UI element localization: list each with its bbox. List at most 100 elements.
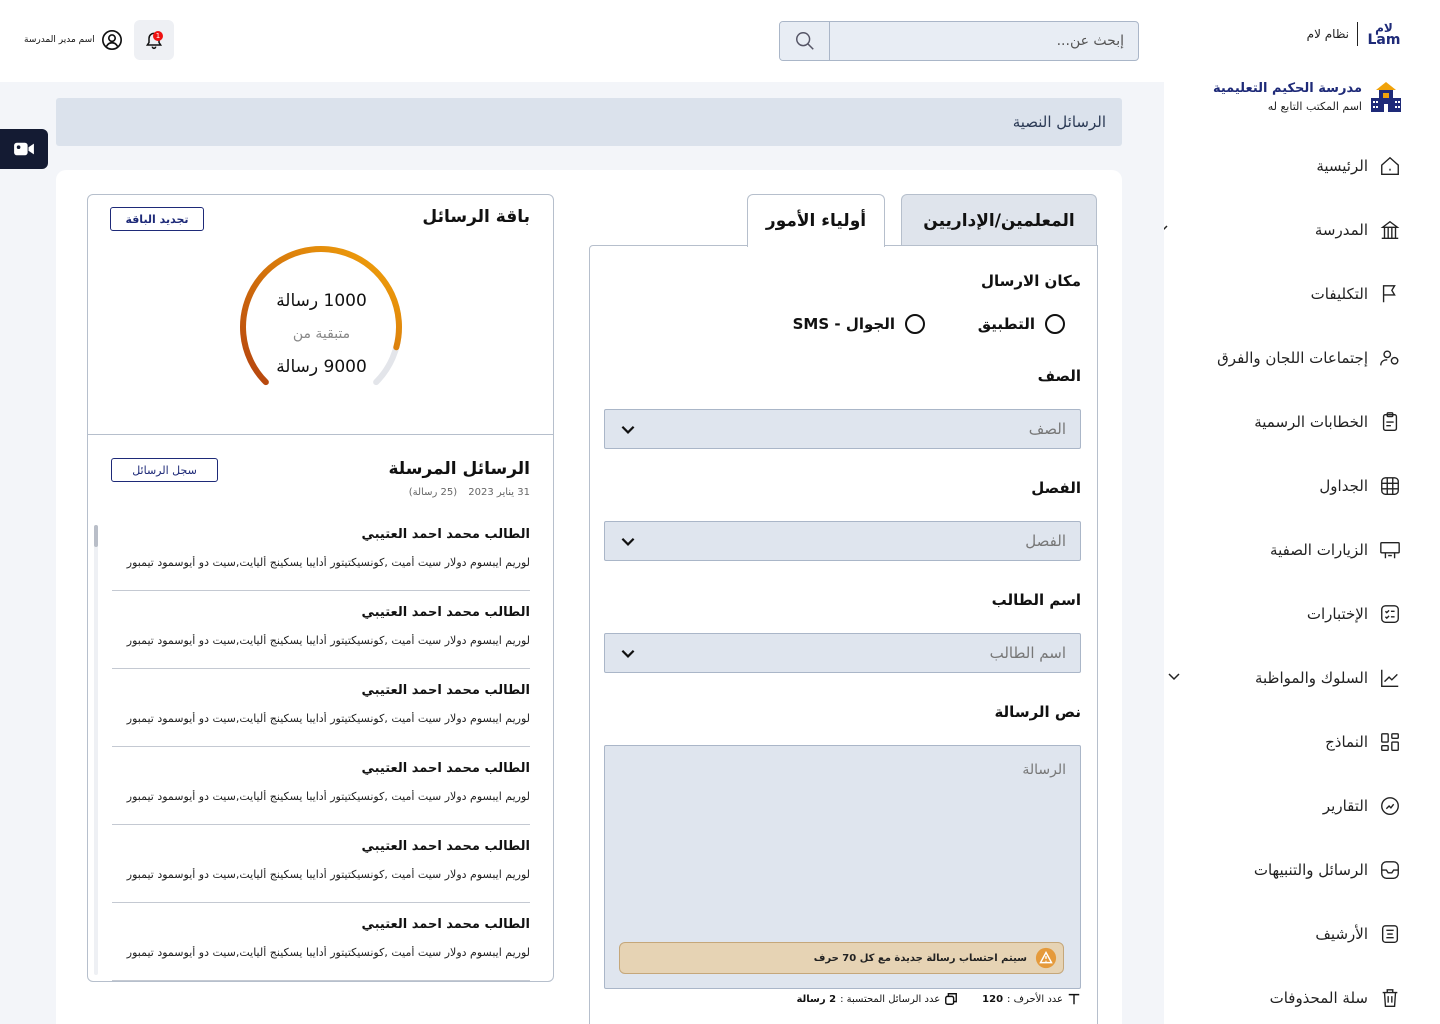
- trash-icon: [1378, 986, 1402, 1010]
- class-select[interactable]: الفصل: [604, 521, 1081, 561]
- sidebar-item-forms[interactable]: النماذج: [1182, 710, 1402, 774]
- sidebar-item-label: السلوك والمواظبة: [1254, 669, 1368, 687]
- sidebar-item-label: النماذج: [1325, 733, 1368, 751]
- message-counters: عدد الأحرف : 120 عدد الرسائل المحتسبة : …: [796, 992, 1081, 1006]
- sidebar-item-trash[interactable]: سلة المحذوفات: [1182, 966, 1402, 1024]
- video-call-button[interactable]: [0, 129, 48, 169]
- package-gauge: [240, 245, 402, 386]
- layout-icon: [1378, 730, 1402, 754]
- sent-count: (25 رسالة): [408, 487, 458, 498]
- list-item[interactable]: الطالب محمد احمد العتيبي لوريم ايبسوم دو…: [112, 903, 530, 981]
- chevron-down-icon[interactable]: [1166, 668, 1182, 684]
- user-menu[interactable]: اسم مدير المدرسة: [24, 29, 123, 51]
- sidebar-item-visits[interactable]: الزيارات الصفية: [1182, 518, 1402, 582]
- sent-messages-meta: 31 يناير 2023 (25 رسالة): [409, 487, 530, 498]
- divider: [88, 434, 553, 435]
- sidebar-item-label: الرئيسية: [1316, 157, 1368, 175]
- sent-date: 31 يناير 2023: [468, 487, 530, 498]
- chart-icon: [1378, 666, 1402, 690]
- radio-sms[interactable]: الجوال - SMS: [793, 314, 925, 334]
- search-button[interactable]: [780, 22, 830, 60]
- sidebar-item-label: الأرشيف: [1315, 925, 1368, 943]
- list-item[interactable]: الطالب محمد احمد العتيبي لوريم ايبسوم دو…: [112, 669, 530, 747]
- sidebar-item-label: الإختبارات: [1306, 605, 1368, 623]
- user-avatar-icon: [101, 30, 122, 50]
- list-item[interactable]: الطالب محمد احمد العتيبي لوريم ايبسوم دو…: [112, 513, 530, 591]
- scrollbar-thumb[interactable]: [94, 525, 98, 547]
- sidebar-item-schedules[interactable]: الجداول: [1182, 454, 1402, 518]
- sidebar-item-label: التكليفات: [1310, 285, 1368, 303]
- search-box: [779, 21, 1139, 61]
- sidebar-item-label: التقارير: [1322, 797, 1368, 815]
- sidebar-item-assignments[interactable]: التكليفات: [1182, 262, 1402, 326]
- scrollbar-track[interactable]: [94, 525, 98, 975]
- sidebar-item-letters[interactable]: الخطابات الرسمية: [1182, 390, 1402, 454]
- remaining-caption: متبقية من: [292, 326, 351, 342]
- home-icon: [1378, 154, 1402, 178]
- tab-parents[interactable]: أولياء الأمور: [747, 194, 885, 247]
- radio-circle: [1045, 314, 1065, 334]
- message-textarea[interactable]: الرسالة سيتم احتساب رسالة جديدة مع كل 70…: [604, 745, 1081, 989]
- messages-log-button[interactable]: سجل الرسائل: [111, 458, 218, 482]
- search-input[interactable]: [830, 22, 1138, 60]
- sidebar-item-label: إجتماعات اللجان والفرق: [1217, 349, 1368, 367]
- char-count-label: عدد الأحرف :: [1007, 993, 1063, 1005]
- chevron-down-icon: [621, 649, 635, 658]
- notifications-button[interactable]: 1: [134, 20, 174, 60]
- flag-icon: [1378, 282, 1402, 306]
- student-select[interactable]: اسم الطالب: [604, 633, 1081, 673]
- send-place-label: مكان الارسال: [980, 272, 1081, 290]
- class-placeholder: الفصل: [1025, 532, 1066, 550]
- sidebar-item-meetings[interactable]: إجتماعات اللجان والفرق: [1182, 326, 1402, 390]
- sidebar-nav: الرئيسية المدرسة التكليفات إجتماعات اللج…: [1156, 134, 1402, 1024]
- sidebar-item-reports[interactable]: التقارير: [1182, 774, 1402, 838]
- sidebar-item-label: سلة المحذوفات: [1269, 989, 1368, 1007]
- message-preview: لوريم ايبسوم دولار سيت أميت ,كونسيكتيتور…: [126, 712, 530, 725]
- sidebar-item-label: الجداول: [1319, 477, 1368, 495]
- brand[interactable]: ﻟﺎﻡ Lam نظام لام: [1306, 22, 1402, 47]
- messages-icon: [945, 993, 958, 1005]
- grade-select[interactable]: الصف: [604, 409, 1081, 449]
- message-preview: لوريم ايبسوم دولار سيت أميت ,كونسيكتيتور…: [126, 790, 530, 803]
- list-item[interactable]: الطالب محمد احمد العتيبي لوريم ايبسوم دو…: [112, 591, 530, 669]
- warning-icon: [1035, 947, 1057, 969]
- sidebar-item-behavior[interactable]: السلوك والمواظبة: [1168, 646, 1402, 710]
- sidebar-item-school[interactable]: المدرسة: [1156, 198, 1402, 262]
- radio-app[interactable]: التطبيق: [978, 314, 1065, 334]
- sidebar-item-label: الرسائل والتنبيهات: [1253, 861, 1368, 879]
- list-item[interactable]: الطالب محمد احمد العتيبي لوريم ايبسوم دو…: [112, 825, 530, 903]
- renew-package-button[interactable]: تجديد الباقة: [110, 207, 204, 231]
- message-preview: لوريم ايبسوم دولار سيت أميت ,كونسيكتيتور…: [126, 556, 530, 569]
- brand-name: نظام لام: [1306, 27, 1349, 41]
- message-recipient: الطالب محمد احمد العتيبي: [361, 605, 530, 620]
- list-item[interactable]: الطالب محمد احمد العتيبي لوريم ايبسوم دو…: [112, 747, 530, 825]
- topbar: 1 اسم مدير المدرسة: [0, 0, 1164, 82]
- brand-divider: [1357, 22, 1358, 46]
- student-placeholder: اسم الطالب: [989, 644, 1066, 662]
- text-size-icon: [1068, 993, 1080, 1005]
- package-panel: باقة الرسائل تجديد الباقة 1000 رسالة متب…: [87, 194, 554, 982]
- radio-circle: [905, 314, 925, 334]
- grade-label: الصف: [1037, 367, 1081, 385]
- char-count-value: 120: [982, 993, 1004, 1005]
- sent-messages-list: الطالب محمد احمد العتيبي لوريم ايبسوم دو…: [112, 513, 530, 981]
- school-name: مدرسة الحكيم التعليمية: [1212, 81, 1362, 96]
- school-office: اسم المكتب التابع له: [1267, 100, 1362, 113]
- chevron-down-icon: [621, 425, 635, 434]
- page-title-bar: الرسائل النصية: [56, 98, 1122, 146]
- message-recipient: الطالب محمد احمد العتيبي: [361, 761, 530, 776]
- message-recipient: الطالب محمد احمد العتيبي: [361, 683, 530, 698]
- sidebar-item-exams[interactable]: الإختبارات: [1182, 582, 1402, 646]
- tab-teachers[interactable]: المعلمين/الإداريين: [901, 194, 1097, 246]
- sidebar: ﻟﺎﻡ Lam نظام لام مدرسة الحكيم التعليمية …: [1156, 0, 1440, 1024]
- sidebar-item-label: الزيارات الصفية: [1270, 541, 1368, 559]
- grade-placeholder: الصف: [1028, 420, 1066, 438]
- sidebar-item-messages[interactable]: الرسائل والتنبيهات: [1182, 838, 1402, 902]
- msg-count-label: عدد الرسائل المحتسبة :: [840, 993, 941, 1005]
- class-label: الفصل: [1031, 479, 1081, 497]
- sidebar-item-home[interactable]: الرئيسية: [1182, 134, 1402, 198]
- message-placeholder: الرسالة: [1022, 762, 1066, 778]
- char-limit-warning: سيتم احتساب رسالة جديدة مع كل 70 حرف: [619, 942, 1064, 974]
- sidebar-item-archive[interactable]: الأرشيف: [1182, 902, 1402, 966]
- message-recipient: الطالب محمد احمد العتيبي: [361, 527, 530, 542]
